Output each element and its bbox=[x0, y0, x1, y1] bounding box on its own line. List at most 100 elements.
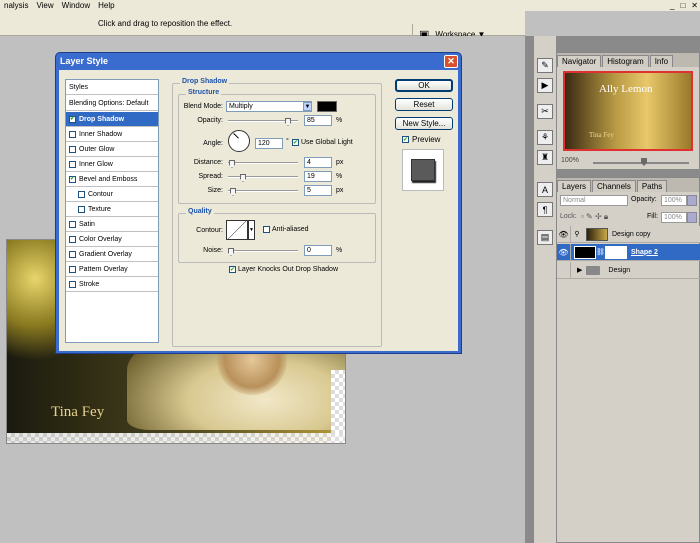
style-item-gradient-overlay[interactable]: Gradient Overlay bbox=[66, 247, 158, 262]
style-item-color-overlay[interactable]: Color Overlay bbox=[66, 232, 158, 247]
paragraph-icon[interactable]: ¶ bbox=[537, 202, 553, 217]
style-item-pattern-overlay[interactable]: Pattern Overlay bbox=[66, 262, 158, 277]
anti-aliased[interactable]: Anti-aliased bbox=[263, 226, 309, 233]
checkbox[interactable] bbox=[69, 235, 76, 243]
angle-input[interactable]: 120 bbox=[255, 138, 283, 149]
use-global-light[interactable]: ✔ Use Global Light bbox=[292, 139, 353, 146]
style-item-inner-shadow[interactable]: Inner Shadow bbox=[66, 127, 158, 142]
layer-opacity-label: Opacity: bbox=[631, 196, 657, 203]
tab-histogram[interactable]: Histogram bbox=[602, 55, 649, 67]
noise-input[interactable]: 0 bbox=[304, 245, 332, 256]
expand-arrow-icon[interactable]: ▶ bbox=[577, 266, 582, 274]
layer-thumbnail bbox=[574, 245, 596, 259]
checkbox[interactable] bbox=[69, 160, 76, 168]
navigator-zoom[interactable]: 100% bbox=[561, 157, 579, 164]
tab-navigator[interactable]: Navigator bbox=[557, 55, 602, 67]
menu-window[interactable]: Window bbox=[58, 1, 94, 10]
use-global-light-checkbox[interactable]: ✔ bbox=[292, 139, 299, 146]
brush-icon[interactable]: ✎ bbox=[537, 58, 553, 73]
noise-slider[interactable] bbox=[228, 250, 298, 252]
contour-label: Contour: bbox=[196, 227, 223, 234]
preview-checkbox[interactable]: ✔ bbox=[402, 136, 409, 143]
ok-button[interactable]: OK bbox=[395, 79, 453, 92]
new-style-button[interactable]: New Style... bbox=[395, 117, 453, 130]
stamp-icon[interactable]: ♜ bbox=[537, 150, 553, 165]
tool-presets-icon[interactable]: ✂ bbox=[537, 104, 553, 119]
layer-row[interactable]: 👁︎ ⚲ Design copy bbox=[557, 226, 700, 243]
shadow-color-swatch[interactable] bbox=[317, 101, 337, 112]
maximize-button[interactable]: □ bbox=[680, 1, 685, 10]
checkbox-checked[interactable]: ✔ bbox=[69, 175, 76, 183]
layer-name[interactable]: Shape 2 bbox=[631, 249, 658, 256]
checkbox[interactable] bbox=[69, 130, 76, 138]
layer-fill-input[interactable]: 100% bbox=[661, 212, 687, 223]
checkbox[interactable] bbox=[69, 280, 76, 288]
style-item-satin[interactable]: Satin bbox=[66, 217, 158, 232]
checkbox[interactable] bbox=[69, 145, 76, 153]
style-item-contour[interactable]: Contour bbox=[66, 187, 158, 202]
styles-header[interactable]: Styles bbox=[66, 80, 158, 95]
navigator-thumbnail[interactable]: Ally Lemon Tina Fey bbox=[563, 71, 693, 151]
style-item-drop-shadow[interactable]: ✔ Drop Shadow bbox=[66, 112, 158, 127]
minimize-button[interactable]: _ bbox=[670, 1, 674, 10]
angle-unit: ° bbox=[286, 138, 289, 145]
blending-options-item[interactable]: Blending Options: Default bbox=[66, 96, 158, 111]
tab-paths[interactable]: Paths bbox=[636, 180, 668, 192]
style-item-stroke[interactable]: Stroke bbox=[66, 277, 158, 292]
checkbox[interactable] bbox=[69, 265, 76, 273]
checkbox[interactable] bbox=[78, 205, 85, 213]
style-item-inner-glow[interactable]: Inner Glow bbox=[66, 157, 158, 172]
layer-knocks-out-checkbox[interactable]: ✔ bbox=[229, 266, 236, 273]
tab-info[interactable]: Info bbox=[649, 55, 674, 67]
checkbox[interactable] bbox=[69, 220, 76, 228]
fill-arrow-button[interactable] bbox=[687, 212, 697, 223]
close-window-button[interactable]: ✕ bbox=[691, 1, 698, 10]
angle-dial[interactable] bbox=[228, 130, 250, 152]
navigator-zoom-knob[interactable] bbox=[641, 158, 647, 166]
reset-button[interactable]: Reset bbox=[395, 98, 453, 111]
distance-slider[interactable] bbox=[228, 162, 298, 164]
chevron-down-icon[interactable]: ▼ bbox=[303, 102, 312, 111]
blend-mode-select[interactable]: Multiply bbox=[226, 101, 312, 112]
layer-opacity-input[interactable]: 100% bbox=[661, 195, 687, 206]
clone-source-icon[interactable]: ⚘ bbox=[537, 130, 553, 145]
checkbox[interactable] bbox=[78, 190, 85, 198]
menu-help[interactable]: Help bbox=[94, 1, 118, 10]
dialog-close-button[interactable]: ✕ bbox=[444, 55, 458, 68]
checkbox-checked[interactable]: ✔ bbox=[69, 115, 76, 123]
visibility-eye-icon[interactable]: 👁︎ bbox=[557, 244, 571, 260]
opacity-input[interactable]: 85 bbox=[304, 115, 332, 126]
spread-slider[interactable] bbox=[228, 176, 298, 178]
character-icon[interactable]: A bbox=[537, 182, 553, 197]
contour-preview[interactable] bbox=[226, 220, 248, 240]
spread-input[interactable]: 19 bbox=[304, 171, 332, 182]
opacity-arrow-button[interactable] bbox=[687, 195, 697, 206]
layer-group-row[interactable]: ▶ Design bbox=[557, 262, 700, 279]
options-hint: Click and drag to reposition the effect. bbox=[98, 19, 233, 28]
actions-play-icon[interactable]: ▶ bbox=[537, 78, 553, 93]
style-item-outer-glow[interactable]: Outer Glow bbox=[66, 142, 158, 157]
tab-layers[interactable]: Layers bbox=[557, 180, 592, 192]
layer-name[interactable]: Design copy bbox=[612, 231, 651, 238]
style-item-bevel-emboss[interactable]: ✔ Bevel and Emboss bbox=[66, 172, 158, 187]
menu-view[interactable]: View bbox=[32, 1, 57, 10]
visibility-eye-icon[interactable]: 👁︎ bbox=[557, 226, 571, 242]
dialog-body: Styles Blending Options: Default ✔ Drop S… bbox=[59, 70, 458, 351]
style-item-texture[interactable]: Texture bbox=[66, 202, 158, 217]
visibility-eye-icon[interactable] bbox=[557, 262, 571, 278]
notes-icon[interactable]: ▤ bbox=[537, 230, 553, 245]
contour-dropdown-icon[interactable]: ▼ bbox=[248, 220, 255, 240]
lock-icons[interactable]: ▫ ✎ ✢ 🔒︎ bbox=[581, 212, 608, 222]
layer-knocks-out[interactable]: ✔ Layer Knocks Out Drop Shadow bbox=[229, 266, 338, 273]
checkbox[interactable] bbox=[69, 250, 76, 258]
preview-toggle[interactable]: ✔ Preview bbox=[402, 135, 440, 144]
size-slider[interactable] bbox=[228, 190, 298, 192]
menu-analysis[interactable]: nalysis bbox=[0, 1, 32, 10]
layer-blend-mode-select[interactable]: Normal bbox=[560, 195, 628, 206]
tab-channels[interactable]: Channels bbox=[592, 180, 636, 192]
anti-aliased-checkbox[interactable] bbox=[263, 226, 270, 233]
layer-name[interactable]: Design bbox=[608, 267, 630, 274]
size-input[interactable]: 5 bbox=[304, 185, 332, 196]
distance-input[interactable]: 4 bbox=[304, 157, 332, 168]
layer-row-selected[interactable]: 👁︎ ⛓ Shape 2 bbox=[557, 244, 700, 261]
